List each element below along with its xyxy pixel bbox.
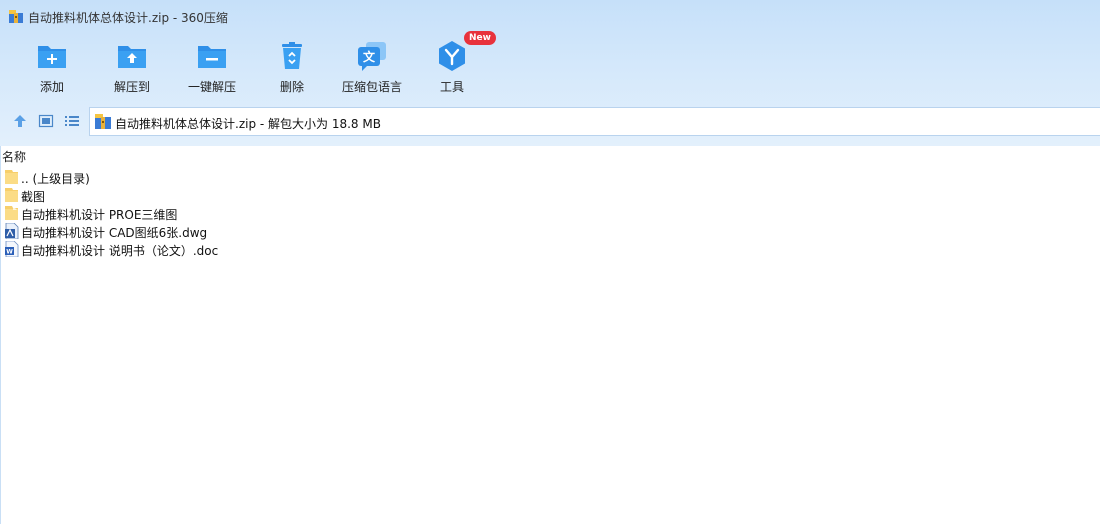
list-item[interactable]: 截图: [0, 186, 420, 204]
window-chrome: 自动推料机体总体设计.zip - 360压缩 添加 解压到 一键解压 删除 文 …: [0, 0, 1100, 146]
list-item[interactable]: 自动推料机设计 PROE三维图: [0, 204, 420, 222]
archive-language-button[interactable]: 文 压缩包语言: [332, 36, 412, 98]
tools-label: 工具: [439, 80, 464, 94]
file-name: 自动推料机设计 CAD图纸6张.dwg: [21, 226, 208, 240]
archive-icon: [9, 10, 23, 23]
up-arrow-icon[interactable]: [12, 113, 28, 129]
add-button[interactable]: 添加: [12, 36, 92, 98]
title-bar: 自动推料机体总体设计.zip - 360压缩: [0, 0, 1100, 34]
add-label: 添加: [39, 80, 64, 94]
one-click-extract-button[interactable]: 一键解压: [172, 36, 252, 98]
toolbar: 添加 解压到 一键解压 删除 文 压缩包语言 New 工具: [0, 31, 1100, 98]
file-name: .. (上级目录): [21, 172, 90, 186]
file-name: 自动推料机设计 说明书（论文）.doc: [21, 244, 219, 258]
navigation-bar: 自动推料机体总体设计.zip - 解包大小为 18.8 MB: [0, 106, 1100, 136]
new-badge: New: [464, 31, 496, 45]
folder-icon: [5, 206, 18, 220]
list-item[interactable]: W 自动推料机设计 说明书（论文）.doc: [0, 240, 420, 258]
language-icon: 文: [358, 42, 386, 71]
list-view-icon[interactable]: [64, 113, 80, 129]
address-text: 自动推料机体总体设计.zip - 解包大小为 18.8 MB: [115, 117, 381, 131]
extract-to-label: 解压到: [113, 80, 150, 94]
one-click-extract-icon: [198, 46, 226, 68]
extract-folder-icon: [118, 46, 146, 68]
delete-button[interactable]: 删除: [252, 36, 332, 98]
column-header-name[interactable]: 名称: [2, 148, 26, 165]
tools-button[interactable]: New 工具: [412, 31, 496, 98]
tools-icon: [439, 41, 465, 71]
list-item-parent-directory[interactable]: .. (上级目录): [0, 168, 420, 186]
archive-icon: [95, 114, 111, 129]
list-item[interactable]: 自动推料机设计 CAD图纸6张.dwg: [0, 222, 420, 240]
app-window: 自动推料机体总体设计.zip - 360压缩 添加 解压到 一键解压 删除 文 …: [0, 0, 1100, 524]
recycle-bin-icon: [282, 42, 302, 69]
file-name: 截图: [21, 190, 46, 204]
svg-text:文: 文: [363, 49, 376, 64]
folder-icon: [5, 170, 18, 184]
thumbnail-view-icon[interactable]: [38, 113, 54, 129]
add-folder-icon: [38, 46, 66, 68]
delete-label: 删除: [279, 80, 304, 94]
file-name: 自动推料机设计 PROE三维图: [21, 208, 178, 222]
archive-language-label: 压缩包语言: [341, 80, 402, 94]
svg-text:W: W: [6, 249, 13, 256]
doc-file-icon: W: [5, 241, 19, 257]
window-title: 自动推料机体总体设计.zip - 360压缩: [28, 11, 228, 25]
extract-to-button[interactable]: 解压到: [92, 36, 172, 98]
dwg-file-icon: [5, 223, 19, 239]
one-click-extract-label: 一键解压: [187, 80, 236, 94]
address-bar[interactable]: 自动推料机体总体设计.zip - 解包大小为 18.8 MB: [89, 107, 1100, 136]
folder-icon: [5, 188, 18, 202]
